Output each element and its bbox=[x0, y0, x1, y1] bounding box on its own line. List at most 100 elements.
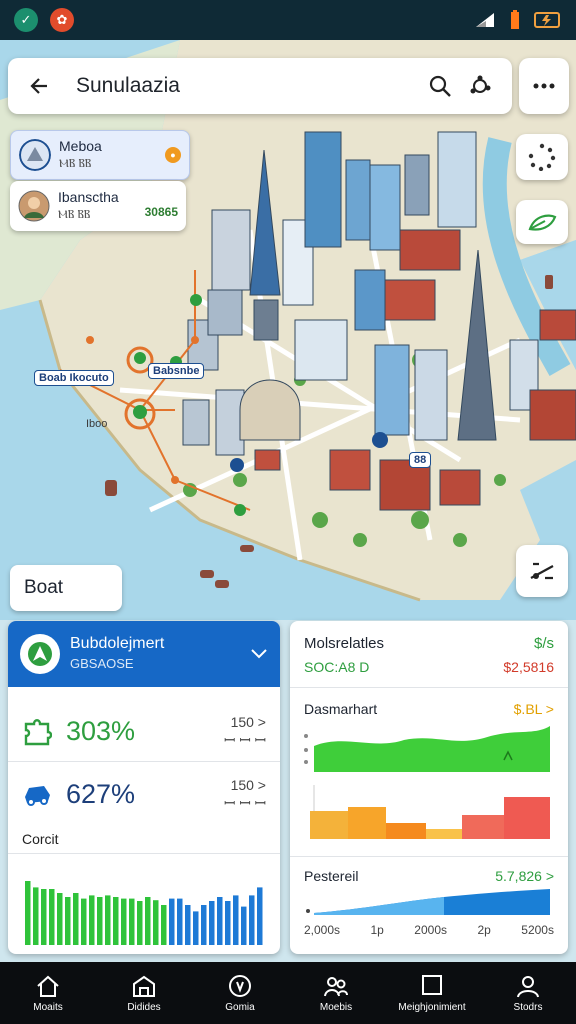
leaf-icon bbox=[528, 214, 557, 231]
stat-side-2a: 150 > bbox=[230, 777, 266, 793]
nav-groups[interactable]: Moebis bbox=[291, 974, 381, 1013]
map-label-iboo: Iboo bbox=[86, 418, 108, 430]
bar bbox=[249, 895, 255, 945]
bar bbox=[177, 898, 183, 945]
axis-label: 1p bbox=[370, 923, 384, 937]
place-thumbnail-icon bbox=[19, 139, 51, 171]
bar bbox=[113, 897, 119, 945]
back-button[interactable] bbox=[20, 66, 60, 106]
nav-label: Moebis bbox=[319, 1001, 353, 1013]
stat-value-2: 627% bbox=[66, 778, 136, 809]
home-icon bbox=[37, 975, 59, 997]
nav-profile[interactable]: Stodrs bbox=[483, 974, 573, 1013]
map-illustration bbox=[0, 40, 576, 620]
battery-icon bbox=[511, 10, 519, 29]
bar bbox=[49, 889, 55, 945]
analytics-title: Molsrelatles bbox=[304, 635, 385, 652]
bar bbox=[25, 881, 31, 945]
eco-route-button[interactable] bbox=[516, 200, 568, 244]
nav-management[interactable]: Meighjonimient bbox=[387, 974, 477, 1013]
summary-title: Bubdolejmert bbox=[70, 635, 165, 652]
search-button[interactable] bbox=[420, 66, 460, 106]
bar bbox=[185, 905, 191, 945]
chart2-title: Pestereil bbox=[304, 868, 359, 884]
bar bbox=[121, 898, 127, 945]
summary-subtitle: GBSAOSE bbox=[70, 656, 134, 671]
stat-side-2b: ꟷ ꟷ ꟷ bbox=[224, 795, 266, 811]
stat-row-2[interactable]: 627% 150 > ꟷ ꟷ ꟷ bbox=[8, 764, 280, 824]
navigation-arrow-icon bbox=[28, 642, 52, 666]
bar bbox=[137, 901, 143, 945]
bar bbox=[201, 905, 207, 945]
place-card-ibansctha[interactable]: Ibansctha ⲘⲂ ⲂⲂ 30865 bbox=[10, 181, 186, 231]
compass-icon bbox=[229, 974, 251, 997]
stat-value-1: 303% bbox=[66, 715, 136, 746]
app-notification-icon: ✓ bbox=[14, 8, 38, 32]
more-dots-icon bbox=[533, 83, 555, 89]
bar bbox=[233, 895, 239, 945]
more-menu-button[interactable] bbox=[519, 58, 569, 114]
area-chart-green bbox=[304, 726, 550, 772]
square-icon bbox=[422, 974, 442, 995]
chart1-side[interactable]: $.BL > bbox=[514, 701, 554, 717]
bar bbox=[97, 897, 103, 945]
divider bbox=[290, 687, 568, 688]
bar bbox=[225, 901, 231, 945]
bar bbox=[161, 905, 167, 945]
nav-label: Meighjonimient bbox=[398, 1001, 466, 1013]
app-logo bbox=[20, 634, 60, 674]
nav-explore[interactable]: Gomia bbox=[195, 974, 285, 1013]
map-marker-label[interactable]: 88 bbox=[409, 452, 432, 468]
chevron-down-icon[interactable] bbox=[250, 648, 268, 660]
chart1-title: Dasmarhart bbox=[304, 701, 378, 717]
activity-bar-chart bbox=[25, 881, 263, 945]
summary-header[interactable]: Bubdolejmert GBSAOSE bbox=[8, 621, 280, 687]
bar bbox=[145, 897, 151, 945]
chart2-axis: 2,000s 1p 2000s 2p 5200s bbox=[304, 923, 554, 937]
bar bbox=[57, 893, 63, 945]
charging-icon bbox=[534, 12, 560, 28]
analytics-panel: Molsrelatles $/s SOC:A8 D $2,5816 Dasmar… bbox=[290, 621, 568, 954]
bar bbox=[257, 887, 263, 945]
bar bbox=[217, 897, 223, 945]
analytics-title-side: $/s bbox=[533, 635, 554, 652]
nav-home[interactable]: Moaits bbox=[3, 974, 93, 1013]
route-edit-icon bbox=[530, 562, 554, 580]
boat-mode-card[interactable]: Boat bbox=[10, 565, 122, 611]
chart2-side[interactable]: 5.7,826 > bbox=[495, 868, 554, 884]
bar bbox=[89, 895, 95, 945]
axis-label: 2p bbox=[477, 923, 491, 937]
place-name: Ibansctha bbox=[58, 189, 119, 205]
analytics-sub-side: $2,5816 bbox=[503, 659, 554, 675]
bar bbox=[65, 897, 71, 945]
directions-button[interactable] bbox=[516, 545, 568, 597]
city-map[interactable]: Boab Ikocuto Babsnbe Iboo 88 bbox=[0, 40, 576, 620]
bar bbox=[33, 887, 39, 945]
map-label-babsnbe[interactable]: Babsnbe bbox=[148, 363, 205, 379]
layers-icon bbox=[470, 75, 491, 94]
axis-label: 2,000s bbox=[304, 923, 341, 937]
puzzle-icon bbox=[24, 719, 52, 746]
area-chart-blue bbox=[306, 889, 550, 915]
arrow-left-icon bbox=[30, 78, 47, 94]
group-icon bbox=[324, 976, 348, 996]
map-label-boab[interactable]: Boab Ikocuto bbox=[34, 370, 114, 386]
nav-buildings[interactable]: Didides bbox=[99, 974, 189, 1013]
alert-notification-icon: ✿ bbox=[50, 8, 74, 32]
bar bbox=[169, 898, 175, 945]
bar bbox=[129, 898, 135, 945]
stat-side-1b: ꟷ ꟷ ꟷ bbox=[224, 732, 266, 748]
stat-side-1a: 150 > bbox=[230, 714, 266, 730]
place-card-meboa[interactable]: Meboa ⲘⲂ ⲂⲂ ● bbox=[10, 130, 190, 180]
stat-row-1[interactable]: 303% 150 > ꟷ ꟷ ꟷ bbox=[8, 701, 280, 761]
layers-button[interactable] bbox=[460, 66, 500, 106]
search-title[interactable]: Sunulaazia bbox=[76, 74, 420, 98]
nav-label: Moaits bbox=[33, 1001, 63, 1013]
search-icon bbox=[429, 75, 451, 97]
recenter-button[interactable] bbox=[516, 134, 568, 180]
place-value: 30865 bbox=[144, 205, 178, 219]
user-avatar bbox=[18, 190, 50, 222]
bar bbox=[81, 898, 87, 945]
place-subtitle: ⲘⲂ ⲂⲂ bbox=[59, 156, 92, 170]
search-bar[interactable]: Sunulaazia bbox=[8, 58, 512, 114]
